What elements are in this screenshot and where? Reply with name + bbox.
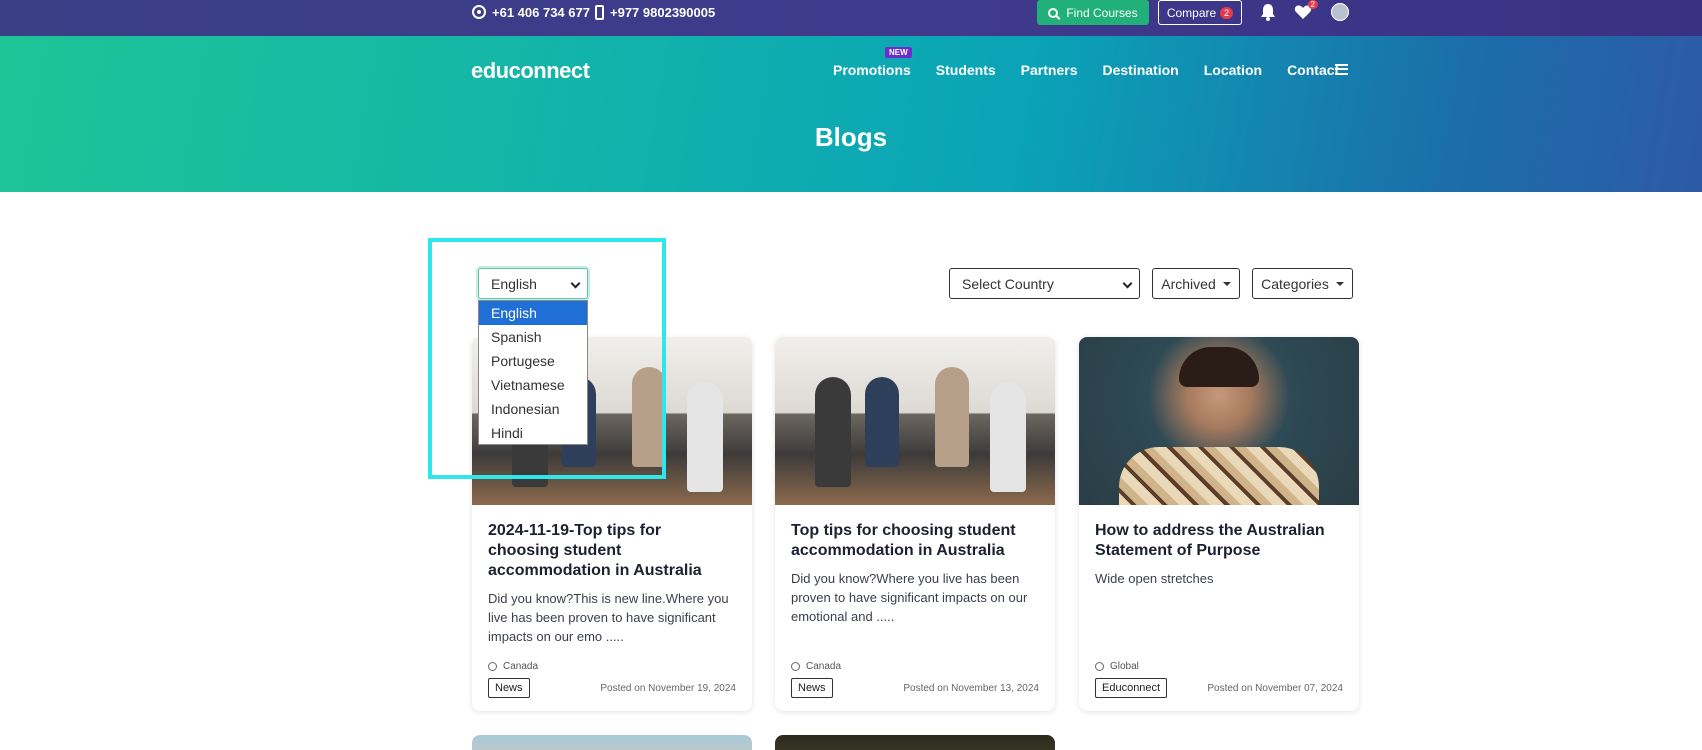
nav-partners[interactable]: Partners — [1021, 62, 1078, 78]
blog-card-location: Global — [1095, 661, 1139, 672]
language-option-hindi[interactable]: Hindi — [479, 421, 587, 445]
compare-count-badge: 2 — [1220, 6, 1234, 19]
blog-card-title[interactable]: How to address the Australian Statement … — [1095, 521, 1343, 561]
blog-card[interactable]: How to address the Australian Statement … — [1079, 337, 1359, 711]
compare-button[interactable]: Compare 2 — [1158, 0, 1242, 25]
globe-icon — [1095, 662, 1104, 671]
blog-card-location: Canada — [791, 661, 841, 672]
find-courses-label: Find Courses — [1066, 5, 1138, 20]
wishlist-count-badge: 2 — [1307, 0, 1318, 9]
page-title: Blogs — [814, 122, 888, 152]
nav-contact[interactable]: Contact — [1287, 62, 1339, 78]
whatsapp-icon — [472, 5, 486, 19]
new-badge: NEW — [885, 47, 912, 58]
site-logo[interactable]: educonnect — [471, 58, 590, 84]
blog-card-image-partial[interactable] — [472, 735, 752, 750]
language-option-english[interactable]: English — [479, 301, 587, 325]
nav-location[interactable]: Location — [1204, 62, 1262, 78]
blog-card-location-text: Canada — [503, 661, 539, 672]
country-select[interactable]: Select Country — [949, 268, 1140, 299]
blog-card-location-text: Global — [1110, 661, 1139, 672]
nav-students[interactable]: Students — [936, 62, 996, 78]
blog-card-date: Posted on November 13, 2024 — [903, 683, 1039, 694]
main-nav: Promotions NEW Students Partners Destina… — [833, 47, 1339, 78]
bell-icon[interactable] — [1260, 3, 1276, 21]
chevron-down-icon — [570, 278, 581, 289]
categories-label: Categories — [1261, 275, 1329, 292]
blog-card-tag[interactable]: News — [488, 678, 530, 698]
globe-icon — [791, 662, 800, 671]
language-option-indonesian[interactable]: Indonesian — [479, 397, 587, 421]
blog-card-title[interactable]: 2024-11-19-Top tips for choosing student… — [488, 521, 736, 581]
phone-icon — [595, 4, 604, 20]
chevron-down-icon — [1122, 278, 1133, 289]
blog-card-date: Posted on November 07, 2024 — [1207, 683, 1343, 694]
archived-dropdown-button[interactable]: Archived — [1152, 268, 1240, 299]
language-option-spanish[interactable]: Spanish — [479, 325, 587, 349]
compare-label: Compare — [1166, 5, 1217, 20]
country-placeholder: Select Country — [962, 275, 1054, 292]
blog-card-image — [1079, 337, 1359, 505]
user-avatar[interactable] — [1331, 3, 1349, 21]
whatsapp-number: +61 406 734 677 — [492, 4, 590, 20]
blog-card-excerpt: Wide open stretches — [1095, 571, 1214, 586]
blog-card-location-text: Canada — [806, 661, 842, 672]
blog-card-tag[interactable]: Educonnect — [1095, 678, 1168, 698]
archived-label: Archived — [1161, 275, 1216, 292]
blog-card-date: Posted on November 19, 2024 — [600, 683, 736, 694]
nav-promotions-label: Promotions — [833, 62, 911, 78]
whatsapp-contact[interactable]: +61 406 734 677 — [472, 0, 590, 24]
language-dropdown-list: English Spanish Portugese Vietnamese Ind… — [478, 300, 588, 445]
blog-card-image — [775, 337, 1055, 505]
language-option-portugese[interactable]: Portugese — [479, 349, 587, 373]
nav-destination[interactable]: Destination — [1102, 62, 1178, 78]
nav-promotions[interactable]: Promotions NEW — [833, 47, 912, 78]
blog-card-excerpt: Did you know?Where you live has been pro… — [791, 571, 1028, 624]
globe-icon — [488, 662, 497, 671]
blog-card-title[interactable]: Top tips for choosing student accommodat… — [791, 521, 1039, 561]
header-hero: educonnect Promotions NEW Students Partn… — [0, 36, 1702, 192]
language-option-vietnamese[interactable]: Vietnamese — [479, 373, 587, 397]
blog-card-excerpt: Did you know?This is new line.Where you … — [488, 591, 729, 644]
caret-down-icon — [1335, 281, 1344, 286]
blog-card-tag[interactable]: News — [791, 678, 833, 698]
wishlist-button[interactable]: 2 — [1294, 0, 1318, 20]
blog-card[interactable]: Top tips for choosing student accommodat… — [775, 337, 1055, 711]
blog-card-location: Canada — [488, 661, 538, 672]
find-courses-button[interactable]: Find Courses — [1037, 0, 1149, 25]
search-icon — [1048, 7, 1059, 18]
blog-card-image-partial[interactable] — [775, 735, 1055, 750]
phone-contact[interactable]: +977 9802390005 — [595, 0, 715, 24]
language-select[interactable]: English — [478, 268, 588, 299]
caret-down-icon — [1222, 281, 1231, 286]
hamburger-menu-icon[interactable] — [1335, 64, 1348, 75]
phone-number: +977 9802390005 — [610, 4, 716, 20]
language-selected-value: English — [491, 275, 537, 292]
top-bar: +61 406 734 677 +977 9802390005 Find Cou… — [0, 0, 1702, 36]
categories-dropdown-button[interactable]: Categories — [1252, 268, 1353, 299]
